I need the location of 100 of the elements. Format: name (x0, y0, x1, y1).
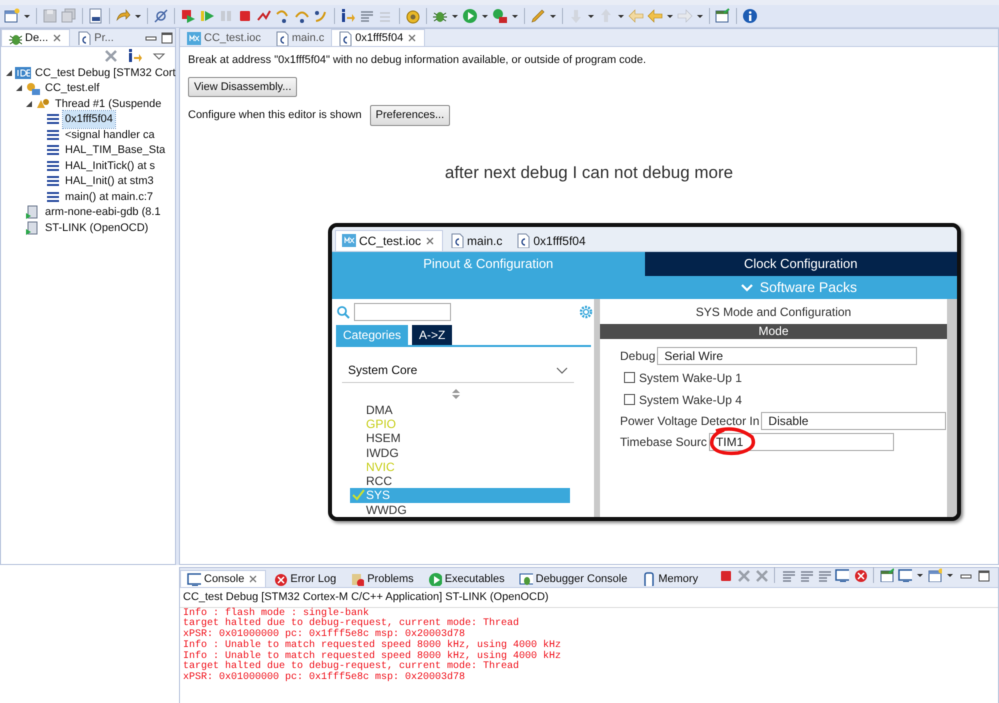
view-tab[interactable]: De... (1, 29, 70, 46)
remove-terminated-icon[interactable] (103, 48, 119, 64)
input-field[interactable]: TIM1 (708, 433, 894, 452)
open-perspective-icon[interactable] (880, 568, 894, 582)
expander-icon[interactable] (5, 68, 13, 78)
mx-file-icon (342, 233, 356, 248)
tree-item[interactable]: CC_test Debug [STM32 Cort (33, 64, 178, 81)
monitor-icon[interactable] (835, 568, 849, 582)
tree-item[interactable]: <signal handler ca (63, 126, 157, 143)
view-tab[interactable]: Executables (420, 570, 512, 587)
close-icon[interactable] (247, 573, 260, 585)
editor-tab[interactable]: 0x1fff5f04 (509, 230, 593, 251)
tree-item[interactable]: CC_test.elf (43, 80, 102, 96)
open-perspective-icon[interactable] (715, 8, 731, 24)
tree-item[interactable]: HAL_Init() at stm3 (63, 173, 156, 190)
settings-icon[interactable] (578, 304, 594, 320)
checkbox-label: System Wake-Up 4 (639, 392, 742, 409)
status-message: Break at address "0x1fff5f04" with no debug information available, or outside of program code. (188, 53, 648, 68)
editor-tab[interactable]: CC_test.ioc (335, 230, 444, 251)
console-line: xPSR: 0x01000000 pc: 0x1fff5e8c msp: 0x20003d78 (183, 630, 466, 640)
checkbox[interactable] (624, 372, 635, 384)
error-icon (273, 572, 288, 586)
tree-item[interactable]: Thread #1 (Suspende (53, 96, 164, 112)
editor-tab[interactable]: 0x1fff5f04 (331, 29, 426, 46)
category-dropdown[interactable]: System Core (342, 358, 574, 383)
preferences-button[interactable]: Preferences... (370, 105, 450, 126)
view-tab[interactable]: Console (180, 570, 266, 587)
field-label: Power Voltage Detector In (620, 413, 760, 430)
close-icon[interactable] (424, 234, 436, 247)
input-field[interactable]: Disable (761, 412, 946, 430)
view-tab[interactable]: Error Log (266, 570, 344, 587)
coin-gear-icon[interactable] (405, 8, 421, 24)
console-line: Info : Unable to match requested speed 8000 kHz, using 4000 kHz (183, 652, 562, 662)
close-icon[interactable] (406, 32, 418, 44)
peripheral-item[interactable]: DMA (350, 402, 570, 417)
c-file-icon (450, 233, 464, 248)
panel-title: SYS Mode and Configuration (694, 304, 852, 321)
expander-icon[interactable] (25, 98, 33, 109)
input-field[interactable]: Serial Wire (657, 347, 918, 366)
info-icon[interactable] (742, 8, 758, 24)
view-tab[interactable]: Memory (634, 570, 706, 587)
software-packs-label: Software Packs (760, 278, 857, 297)
pen-icon[interactable] (530, 8, 546, 24)
console-line: Info : flash mode : single-bank (183, 608, 370, 618)
console-line: xPSR: 0x01000000 pc: 0x1fff5e8c msp: 0x20003d78 (183, 673, 466, 684)
chevron-down-icon (556, 365, 568, 376)
peripheral-item[interactable]: IWDG (350, 446, 570, 460)
stop-icon[interactable] (718, 568, 732, 582)
checkbox-label: System Wake-Up 1 (639, 370, 742, 387)
monitor-icon (187, 572, 201, 586)
stop-icon[interactable] (237, 8, 253, 24)
tree-item[interactable]: HAL_TIM_Base_Sta (63, 142, 168, 158)
tree-item[interactable]: 0x1fff5f04 (63, 111, 115, 128)
section-header: Mode (600, 324, 947, 339)
field-label: Debug (620, 348, 656, 366)
step-return-icon[interactable] (313, 8, 329, 24)
binary-file-icon[interactable] (88, 8, 104, 24)
problems-icon (350, 572, 364, 586)
new-window-icon[interactable] (4, 8, 20, 24)
console-line: target halted due to debug-request, current mode: Thread (183, 619, 520, 630)
editor-tab[interactable]: main.c (268, 29, 332, 46)
console-line: target halted due to debug-request, current mode: Thread (183, 662, 520, 672)
maximize-icon[interactable] (976, 568, 990, 582)
instruction-step-icon[interactable] (127, 48, 143, 64)
ide-icon (15, 64, 31, 81)
new-window-icon[interactable] (928, 568, 942, 582)
expander-icon[interactable] (15, 83, 23, 94)
view-tab[interactable]: Problems (343, 570, 421, 587)
search-icon (336, 304, 350, 319)
play-icon (428, 572, 442, 586)
c-file-icon (516, 233, 530, 248)
c-file-icon (77, 31, 92, 45)
view-disassembly-button[interactable]: View Disassembly... (188, 76, 298, 97)
configure-label: Configure when this editor is shown (188, 108, 362, 123)
search-field[interactable] (354, 302, 451, 321)
annotation-text: after next debug I can not debug more (444, 162, 734, 184)
stop-play-icon[interactable] (180, 8, 196, 24)
peripheral-item[interactable]: HSEM (350, 431, 570, 446)
c-file-icon (338, 30, 352, 46)
tree-item[interactable]: HAL_InitTick() at s (63, 158, 158, 174)
tree-item[interactable]: arm-none-eabi-gdb (8.1 (43, 204, 163, 220)
peripheral-item[interactable]: RCC (350, 474, 570, 488)
sort-icon[interactable] (452, 388, 460, 399)
close-icon[interactable] (51, 32, 64, 44)
slash-icon[interactable] (153, 8, 169, 24)
maximize-icon[interactable] (159, 30, 175, 46)
tree-item[interactable]: main() at main.c:7 (63, 188, 156, 205)
config-tab[interactable]: Clock Configuration (644, 252, 957, 276)
view-tab[interactable]: Pr... (70, 29, 121, 46)
editor-tab[interactable]: CC_test.ioc (180, 29, 268, 46)
instruction-step-icon[interactable] (340, 8, 356, 24)
editor-tab[interactable]: main.c (443, 230, 510, 251)
checkbox[interactable] (624, 394, 635, 406)
console-title: CC_test Debug [STM32 Cortex-M C/C++ Application] ST-LINK (OpenOCD) (180, 588, 998, 608)
peripheral-item[interactable]: WWDG (350, 502, 570, 517)
view-tab[interactable]: Debugger Console (512, 570, 634, 587)
view-tab[interactable]: A->Z (412, 324, 452, 345)
monitor-icon[interactable] (898, 568, 912, 582)
tree-item[interactable]: ST-LINK (OpenOCD) (43, 220, 150, 236)
error-icon[interactable] (853, 568, 867, 582)
